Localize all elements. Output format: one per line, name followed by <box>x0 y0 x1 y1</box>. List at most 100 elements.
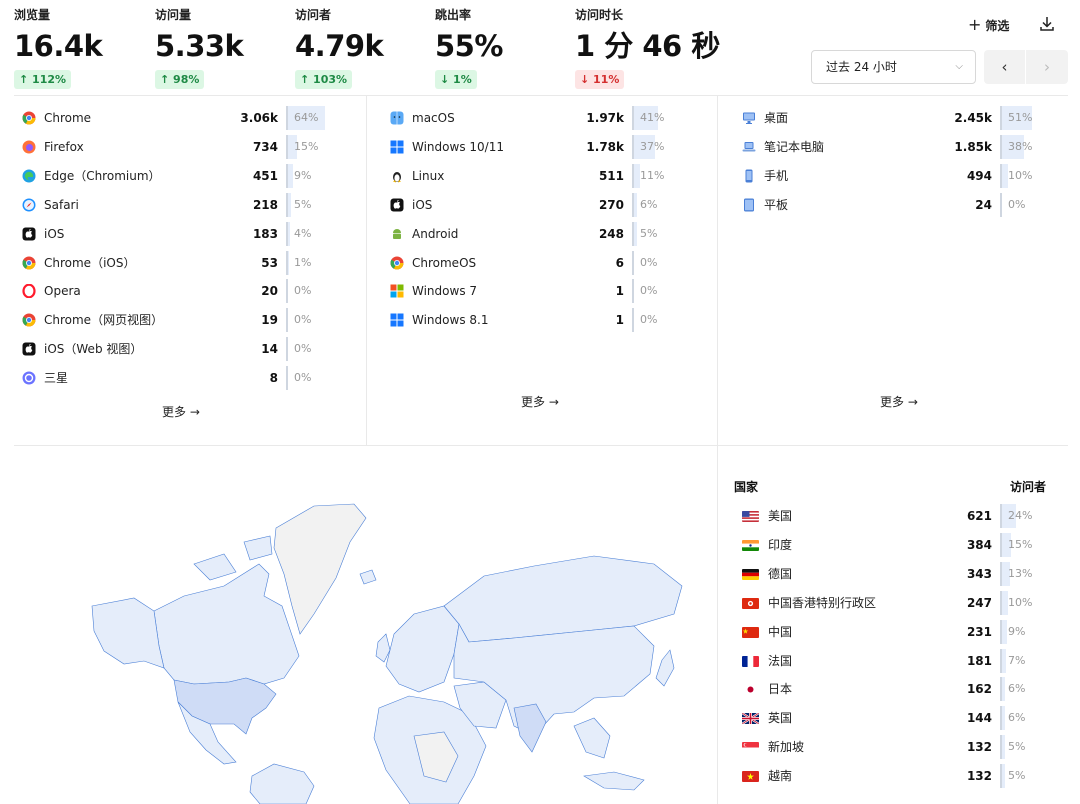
laptop-icon <box>742 141 756 152</box>
list-row[interactable]: Chrome（网页视图） 19 0% <box>14 306 344 334</box>
list-row[interactable]: iOS 270 6% <box>382 191 690 219</box>
share-bar: 6% <box>1000 677 1058 702</box>
windows-icon <box>390 140 404 154</box>
row-label: 平板 <box>764 197 789 212</box>
row-value: 511 <box>598 168 624 183</box>
list-row[interactable]: Chrome 3.06k 64% <box>14 104 344 132</box>
browsers-more-link[interactable]: 更多 → <box>162 403 200 420</box>
world-map[interactable] <box>14 446 716 804</box>
row-label: 笔记本电脑 <box>764 139 825 154</box>
list-row[interactable]: 手机 494 10% <box>734 162 1058 190</box>
share-bar: 51% <box>1000 106 1058 130</box>
metric-pageviews[interactable]: 浏览量 16.4k ↑ 112% <box>14 6 103 89</box>
country-row[interactable]: 德国 343 13% <box>734 560 1058 588</box>
flag-vn-icon <box>742 771 759 783</box>
row-percent: 6% <box>1008 711 1026 725</box>
map-alaska <box>91 597 165 669</box>
list-row[interactable]: 平板 24 0% <box>734 191 1058 219</box>
list-row[interactable]: 笔记本电脑 1.85k 38% <box>734 133 1058 161</box>
country-row[interactable]: 英国 144 6% <box>734 704 1058 732</box>
row-percent: 6% <box>640 197 658 211</box>
share-bar: 6% <box>632 192 690 217</box>
share-bar: 9% <box>1000 619 1058 644</box>
row-value: 144 <box>966 711 992 726</box>
share-bar: 5% <box>286 192 344 217</box>
metric-visitors[interactable]: 访问者 4.79k ↑ 103% <box>295 6 384 89</box>
metric-bounce-rate[interactable]: 跳出率 55% ↓ 1% <box>435 6 503 89</box>
date-range-value: 过去 24 小时 <box>826 60 897 74</box>
row-label: 印度 <box>768 537 793 552</box>
row-value: 1.97k <box>586 111 624 125</box>
list-row[interactable]: Edge（Chromium） 451 9% <box>14 162 344 190</box>
share-bar: 64% <box>286 106 344 130</box>
list-row[interactable]: Safari 218 5% <box>14 191 344 219</box>
row-percent: 15% <box>1008 537 1033 551</box>
devices-panel: 桌面 2.45k 51% 笔记本电脑 1.85k 38% 手机 494 10% 平板 24 0% <box>734 104 1058 220</box>
list-row[interactable]: Windows 8.1 1 0% <box>382 306 690 334</box>
row-percent: 7% <box>1008 653 1026 667</box>
share-bar-fill <box>634 221 637 246</box>
row-label: Edge（Chromium） <box>44 168 161 183</box>
countries-panel: 美国 621 24% 印度 384 15% 德国 343 13% 中国香港特别行政区 247 10% 中… <box>734 502 1058 792</box>
list-row[interactable]: Linux 511 11% <box>382 162 690 190</box>
metric-value: 55% <box>435 29 503 63</box>
row-value: 20 <box>261 284 278 299</box>
plus-icon: + <box>968 15 982 34</box>
list-row[interactable]: Windows 10/11 1.78k 37% <box>382 133 690 161</box>
row-value: 183 <box>252 226 278 241</box>
filter-label: 筛选 <box>985 19 1010 33</box>
metric-visits[interactable]: 访问量 5.33k ↑ 98% <box>155 6 244 89</box>
row-value: 181 <box>966 653 992 668</box>
row-value: 132 <box>966 740 992 755</box>
country-row[interactable]: 中国 231 9% <box>734 618 1058 646</box>
list-row[interactable]: Windows 7 1 0% <box>382 277 690 305</box>
list-row[interactable]: Opera 20 0% <box>14 277 344 305</box>
list-row[interactable]: 桌面 2.45k 51% <box>734 104 1058 132</box>
share-bar: 10% <box>1000 163 1058 188</box>
list-row[interactable]: Android 248 5% <box>382 220 690 248</box>
metric-visit-duration[interactable]: 访问时长 1 分 46 秒 ↓ 11% <box>575 6 720 89</box>
row-percent: 5% <box>640 226 658 240</box>
country-row[interactable]: 中国香港特别行政区 247 10% <box>734 589 1058 617</box>
metric-value: 5.33k <box>155 29 244 63</box>
row-value: 248 <box>598 226 624 241</box>
metric-label: 访问时长 <box>575 8 624 22</box>
share-bar: 0% <box>286 308 344 333</box>
date-range-select[interactable]: 过去 24 小时 ⌵ <box>811 50 976 84</box>
os-more-link[interactable]: 更多 → <box>521 393 559 410</box>
list-row[interactable]: iOS（Web 视图） 14 0% <box>14 335 344 363</box>
country-row[interactable]: 美国 621 24% <box>734 502 1058 530</box>
share-bar: 1% <box>286 250 344 275</box>
metric-change-badge: ↓ 1% <box>435 70 477 89</box>
country-row[interactable]: 印度 384 15% <box>734 531 1058 559</box>
download-icon[interactable] <box>1040 16 1054 32</box>
country-row[interactable]: 日本 162 6% <box>734 675 1058 703</box>
share-bar: 15% <box>286 134 344 159</box>
country-row[interactable]: 越南 132 5% <box>734 762 1058 790</box>
row-value: 132 <box>966 769 992 784</box>
metric-change-badge: ↑ 112% <box>14 70 72 89</box>
list-row[interactable]: iOS 183 4% <box>14 220 344 248</box>
list-row[interactable]: macOS 1.97k 41% <box>382 104 690 132</box>
map-indonesia <box>583 771 645 791</box>
filter-button[interactable]: + 筛选 <box>968 16 1009 34</box>
phone-icon <box>745 169 753 183</box>
country-row[interactable]: 法国 181 7% <box>734 647 1058 675</box>
share-bar-fill <box>1002 619 1007 644</box>
next-period-button[interactable]: › <box>1026 50 1068 84</box>
row-value: 1.78k <box>586 139 624 154</box>
previous-period-button[interactable]: ‹ <box>984 50 1026 84</box>
metric-label: 浏览量 <box>14 8 51 22</box>
firefox-icon <box>22 140 36 154</box>
country-row[interactable]: 新加坡 132 5% <box>734 733 1058 761</box>
apple-icon <box>390 198 404 212</box>
share-bar: 37% <box>632 134 690 159</box>
list-row[interactable]: Firefox 734 15% <box>14 133 344 161</box>
share-bar: 5% <box>1000 735 1058 760</box>
share-bar: 0% <box>286 366 344 391</box>
list-row[interactable]: Chrome（iOS） 53 1% <box>14 249 344 277</box>
list-row[interactable]: ChromeOS 6 0% <box>382 249 690 277</box>
tablet-icon <box>744 198 754 212</box>
devices-more-link[interactable]: 更多 → <box>880 393 918 410</box>
list-row[interactable]: 三星 8 0% <box>14 364 344 392</box>
